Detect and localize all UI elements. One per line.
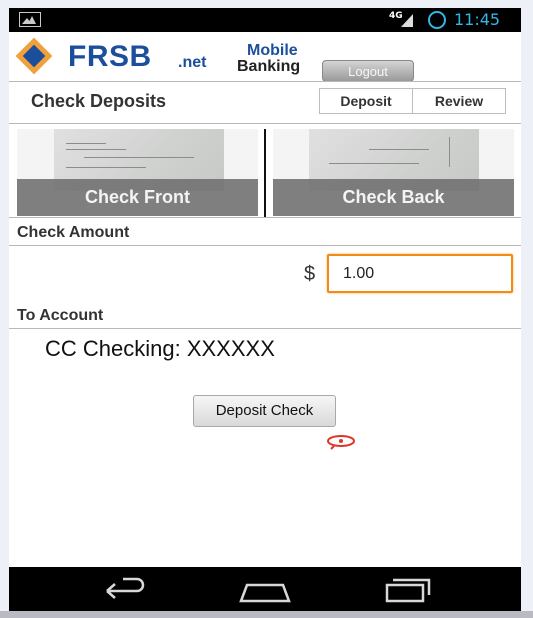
- tab-group: Deposit Review: [319, 88, 506, 114]
- deposit-check-button[interactable]: Deposit Check: [193, 395, 336, 427]
- recent-apps-icon[interactable]: [377, 575, 437, 605]
- logo-suffix: .net: [178, 54, 207, 71]
- logo-text: FRSB: [68, 40, 152, 73]
- currency-symbol: $: [304, 263, 316, 285]
- divider: [9, 217, 521, 218]
- page-title: Check Deposits: [31, 91, 167, 111]
- divider: [9, 245, 521, 246]
- status-time: 11:45: [454, 10, 501, 29]
- sync-icon: [428, 11, 446, 29]
- back-icon[interactable]: [93, 575, 153, 605]
- loading-icon: [327, 435, 355, 450]
- tab-review[interactable]: Review: [412, 89, 505, 113]
- app-header: FRSB .net Mobile Banking Logout: [9, 32, 521, 82]
- status-bar: 4G 11:45: [9, 8, 521, 32]
- account-selector[interactable]: CC Checking: XXXXXX: [45, 336, 275, 362]
- divider: [264, 129, 266, 217]
- divider: [9, 123, 521, 124]
- navigation-bar: [9, 567, 521, 611]
- check-amount-input[interactable]: 1.00: [327, 254, 513, 293]
- home-icon[interactable]: [235, 575, 295, 605]
- logout-button[interactable]: Logout: [322, 60, 414, 82]
- bottom-strip: [0, 611, 533, 618]
- to-account-label: To Account: [17, 307, 104, 324]
- image-icon: [19, 12, 41, 27]
- signal-icon: [401, 14, 413, 27]
- logo-diamond-icon: [15, 37, 53, 75]
- phone-screen: 4G 11:45 FRSB .net Mobile Banking Logout…: [9, 8, 521, 611]
- divider: [9, 81, 521, 82]
- check-back-capture[interactable]: Check Back: [273, 129, 514, 216]
- check-amount-label: Check Amount: [17, 224, 130, 241]
- check-front-label: Check Front: [17, 179, 258, 216]
- divider: [9, 328, 521, 329]
- brand-banking: Banking: [237, 58, 301, 75]
- check-back-label: Check Back: [273, 179, 514, 216]
- check-front-capture[interactable]: Check Front: [17, 129, 258, 216]
- tab-deposit[interactable]: Deposit: [320, 89, 412, 113]
